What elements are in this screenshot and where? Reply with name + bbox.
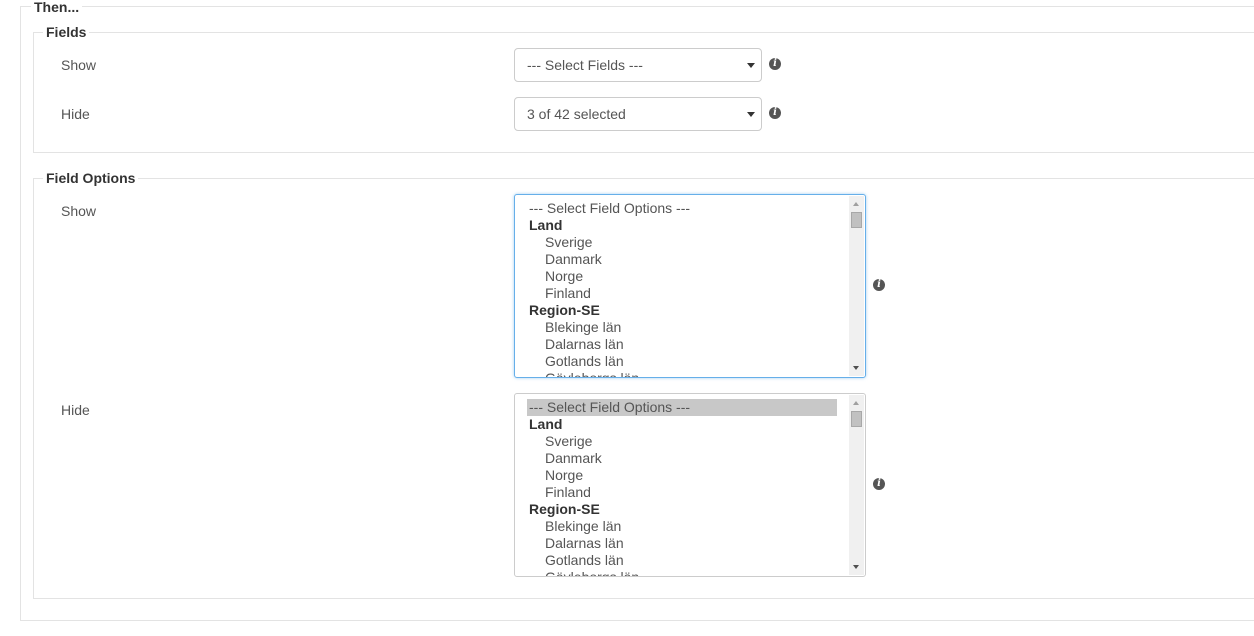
- list-option[interactable]: Danmark: [527, 450, 837, 467]
- scroll-down-arrow-icon[interactable]: [853, 366, 859, 370]
- fields-show-label: Show: [61, 57, 97, 73]
- listbox-scrollbar[interactable]: [849, 196, 864, 376]
- fields-show-select[interactable]: --- Select Fields ---: [514, 48, 762, 82]
- list-option[interactable]: Norge: [527, 467, 837, 484]
- field-options-show-label: Show: [61, 203, 97, 219]
- fields-hide-select-value: 3 of 42 selected: [527, 106, 626, 122]
- scroll-down-arrow-icon[interactable]: [853, 565, 859, 569]
- list-option[interactable]: Blekinge län: [527, 319, 837, 336]
- scrollbar-thumb[interactable]: [851, 411, 862, 427]
- info-icon[interactable]: i: [873, 279, 885, 291]
- list-option-selected[interactable]: --- Select Field Options ---: [527, 399, 837, 416]
- list-option[interactable]: Gävleborgs län: [527, 370, 837, 377]
- field-options-hide-listbox[interactable]: --- Select Field Options --- Land Sverig…: [514, 393, 866, 577]
- field-options-hide-label: Hide: [61, 402, 90, 418]
- list-option[interactable]: Dalarnas län: [527, 336, 837, 353]
- field-options-show-list: --- Select Field Options --- Land Sverig…: [527, 200, 837, 377]
- list-option[interactable]: Finland: [527, 285, 837, 302]
- list-option[interactable]: Sverige: [527, 433, 837, 450]
- list-option[interactable]: Dalarnas län: [527, 535, 837, 552]
- list-optgroup: Region-SE: [529, 302, 600, 318]
- list-option[interactable]: Finland: [527, 484, 837, 501]
- fields-show-select-value: --- Select Fields ---: [527, 57, 643, 73]
- list-optgroup: Land: [529, 416, 563, 432]
- list-option[interactable]: Gävleborgs län: [527, 569, 837, 576]
- list-option[interactable]: --- Select Field Options ---: [527, 200, 837, 217]
- info-icon[interactable]: i: [769, 107, 781, 119]
- scroll-up-arrow-icon[interactable]: [853, 202, 859, 206]
- list-option[interactable]: Danmark: [527, 251, 837, 268]
- listbox-scrollbar[interactable]: [849, 395, 864, 575]
- page: Then... Fields Show --- Select Fields --…: [0, 0, 1254, 636]
- caret-down-icon: [747, 63, 755, 68]
- fields-hide-label: Hide: [61, 106, 90, 122]
- list-option[interactable]: Blekinge län: [527, 518, 837, 535]
- fields-hide-select[interactable]: 3 of 42 selected: [514, 97, 762, 131]
- field-options-hide-list: --- Select Field Options --- Land Sverig…: [527, 399, 837, 576]
- fields-legend: Fields: [43, 24, 90, 40]
- caret-down-icon: [747, 112, 755, 117]
- list-option[interactable]: Norge: [527, 268, 837, 285]
- list-optgroup: Region-SE: [529, 501, 600, 517]
- field-options-show-listbox[interactable]: --- Select Field Options --- Land Sverig…: [514, 194, 866, 378]
- field-options-legend: Field Options: [43, 170, 139, 186]
- list-option[interactable]: Sverige: [527, 234, 837, 251]
- then-legend: Then...: [31, 0, 83, 15]
- list-option[interactable]: Gotlands län: [527, 552, 837, 569]
- scrollbar-thumb[interactable]: [851, 212, 862, 228]
- info-icon[interactable]: i: [769, 58, 781, 70]
- list-optgroup: Land: [529, 217, 563, 233]
- info-icon[interactable]: i: [873, 478, 885, 490]
- scroll-up-arrow-icon[interactable]: [853, 401, 859, 405]
- list-option[interactable]: Gotlands län: [527, 353, 837, 370]
